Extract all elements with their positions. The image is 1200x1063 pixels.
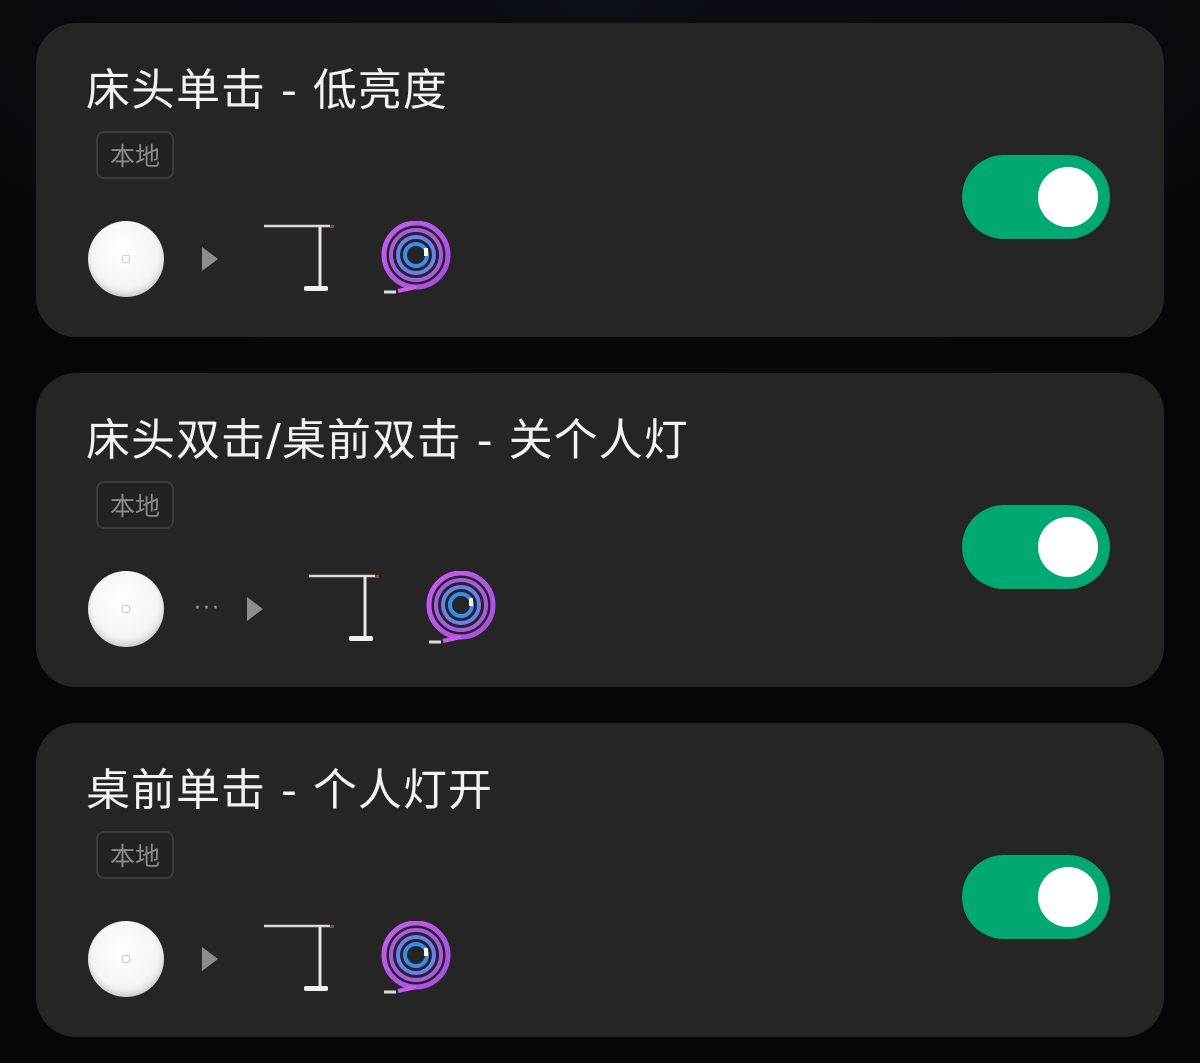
toggle-knob: [1038, 167, 1098, 227]
automation-flow: [88, 919, 454, 999]
desk-lamp-icon: [264, 924, 334, 991]
automation-title: 桌前单击 - 个人灯开: [86, 765, 493, 816]
toggle-knob: [1038, 867, 1098, 927]
wireless-switch-icon: [88, 221, 164, 297]
automation-card[interactable]: 床头单击 - 低亮度 本地: [36, 23, 1164, 337]
automation-list: 床头单击 - 低亮度 本地 床头双击/桌前双击 - 关个人灯 本地 ··· 桌前…: [0, 0, 1200, 1063]
local-badge: 本地: [96, 481, 175, 529]
automation-flow: ···: [88, 569, 499, 649]
light-strip-icon: [381, 221, 451, 294]
automation-card[interactable]: 床头双击/桌前双击 - 关个人灯 本地 ···: [36, 373, 1164, 687]
light-strip-icon: [381, 921, 451, 994]
wireless-switch-icon: [88, 921, 164, 997]
arrow-right-icon: [246, 597, 263, 621]
automation-title: 床头单击 - 低亮度: [86, 65, 448, 116]
local-badge: 本地: [96, 131, 175, 179]
toggle-knob: [1038, 517, 1098, 577]
arrow-right-icon: [202, 947, 218, 971]
enable-toggle[interactable]: [962, 505, 1110, 589]
automation-card[interactable]: 桌前单击 - 个人灯开 本地: [36, 723, 1164, 1037]
arrow-right-icon: [202, 247, 218, 271]
automation-title: 床头双击/桌前双击 - 关个人灯: [86, 415, 689, 466]
more-triggers-ellipsis: ···: [194, 596, 221, 621]
enable-toggle[interactable]: [962, 855, 1110, 939]
light-strip-icon: [426, 571, 496, 644]
local-badge: 本地: [96, 831, 175, 879]
automation-flow: [88, 219, 454, 299]
enable-toggle[interactable]: [962, 155, 1110, 239]
wireless-switch-icon: [88, 571, 164, 647]
desk-lamp-icon: [264, 224, 334, 291]
desk-lamp-icon: [308, 574, 379, 641]
